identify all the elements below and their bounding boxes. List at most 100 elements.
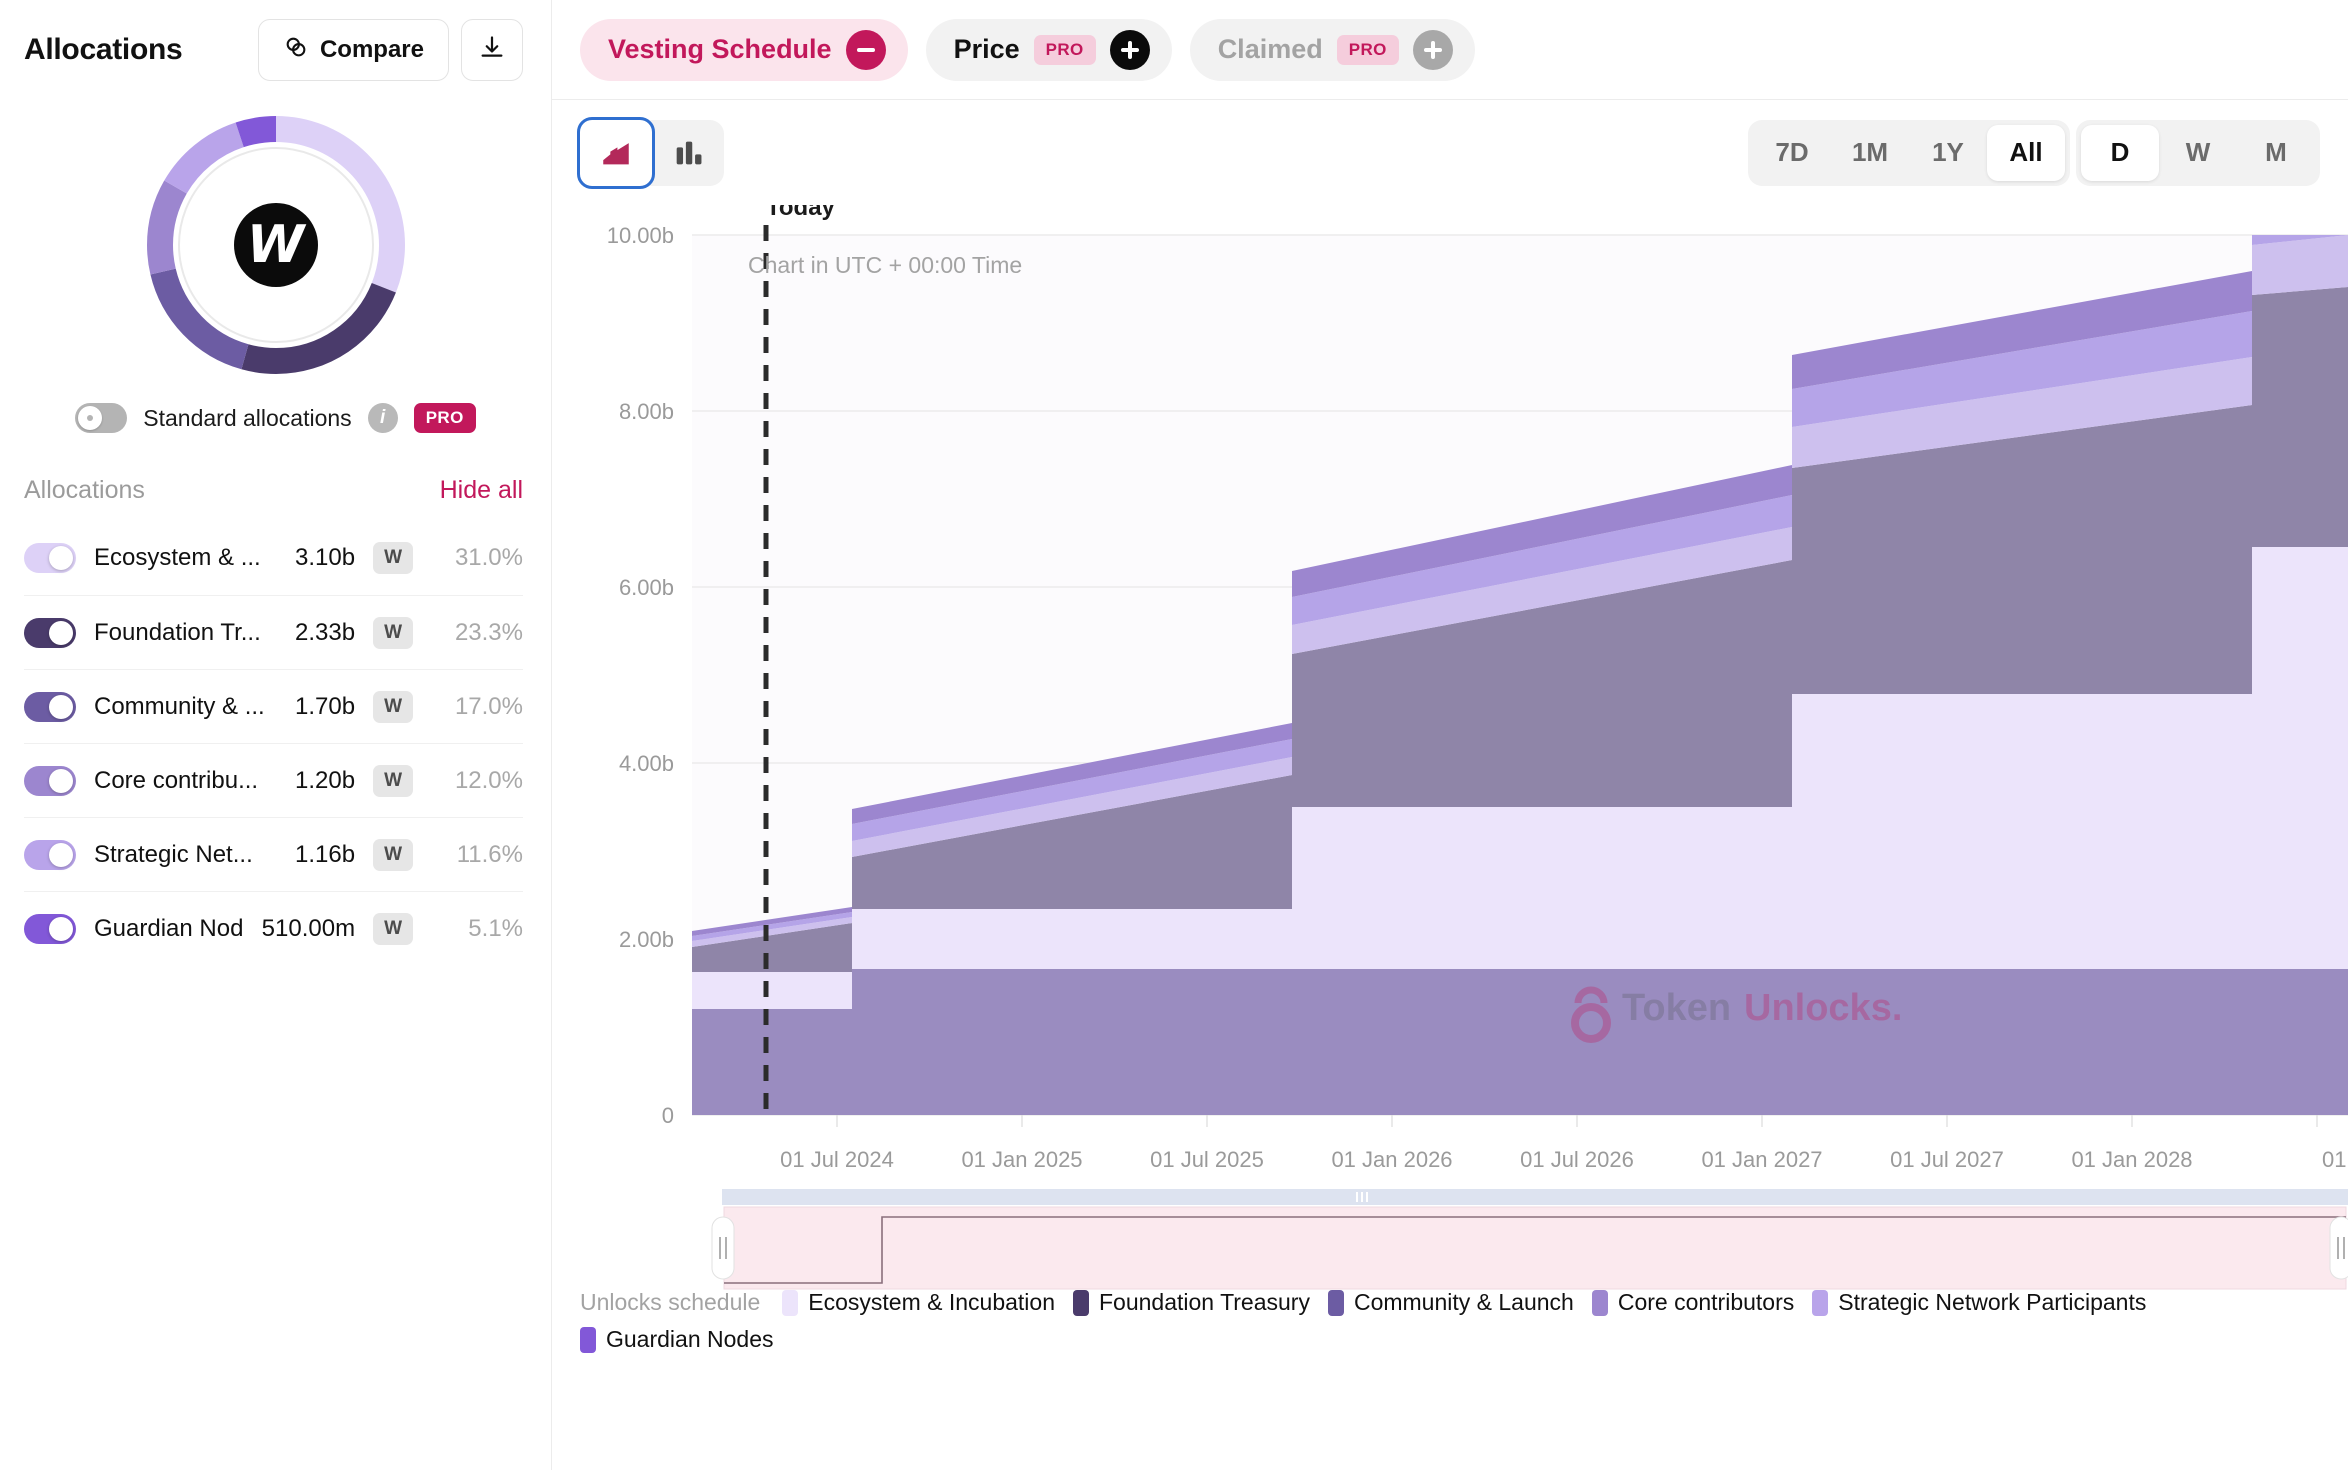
legend-label: Core contributors — [1617, 1289, 1795, 1315]
brush-selection — [723, 1206, 2347, 1290]
allocation-value: 1.70b — [295, 692, 356, 720]
svg-text:01 Jan 2027: 01 Jan 2027 — [1701, 1147, 1822, 1172]
chart-legend: Unlocks schedule Ecosystem & Incubation … — [580, 1289, 2328, 1353]
legend-label: Strategic Network Participants — [1838, 1289, 2147, 1315]
pro-badge[interactable]: PRO — [413, 403, 476, 433]
allocation-name: Strategic Net... — [94, 840, 253, 868]
toggle-knob — [49, 916, 73, 941]
area-chart-glyph — [603, 142, 629, 164]
allocation-donut-chart: W — [0, 100, 551, 390]
allocation-toggle[interactable] — [24, 691, 76, 722]
token-symbol-badge: W — [373, 764, 413, 797]
allocation-percent: 17.0% — [454, 692, 523, 720]
range-1y[interactable]: 1Y — [1909, 125, 1987, 181]
list-item[interactable]: Strategic Net... 1.16b W 11.6% — [24, 817, 523, 891]
pro-badge: PRO — [1336, 34, 1399, 65]
allocation-toggle[interactable] — [24, 765, 76, 796]
toggle-knob — [78, 406, 103, 430]
interval-d[interactable]: D — [2081, 124, 2159, 181]
hide-all-link[interactable]: Hide all — [440, 476, 523, 505]
legend-label: Community & Launch — [1353, 1289, 1574, 1315]
allocation-percent: 11.6% — [456, 840, 523, 868]
allocation-value: 1.20b — [295, 766, 356, 794]
legend-item-guardian-nodes[interactable]: Guardian Nodes — [580, 1326, 2328, 1353]
area-chart-icon[interactable] — [577, 116, 655, 189]
range-1m[interactable]: 1M — [1831, 125, 1909, 181]
allocation-toggle[interactable] — [24, 617, 76, 648]
allocation-toggle[interactable] — [24, 839, 76, 870]
list-item[interactable]: Guardian Nod... 510.00m W 5.1% — [24, 891, 523, 965]
legend-item-foundation-treasury[interactable]: Foundation Treasury — [1073, 1289, 1310, 1316]
toggle-knob — [49, 842, 73, 867]
page-title: Allocations — [24, 33, 183, 66]
list-item[interactable]: Foundation Tr... 2.33b W 23.3% — [24, 595, 523, 669]
plus-icon[interactable] — [1412, 29, 1453, 70]
svg-text:10.00b: 10.00b — [607, 223, 674, 248]
plus-icon[interactable] — [1109, 29, 1150, 70]
chart-tabs: Vesting Schedule Price PRO Claimed PRO — [552, 0, 2348, 100]
allocation-name: Ecosystem & ... — [94, 544, 261, 571]
svg-text:0: 0 — [662, 1103, 674, 1128]
token-symbol-badge: W — [373, 838, 413, 871]
tab-price[interactable]: Price PRO — [925, 18, 1172, 81]
allocation-toggle[interactable] — [24, 543, 76, 573]
allocations-list-header: Allocations Hide all — [0, 446, 551, 521]
allocation-name: Guardian Nod... — [94, 914, 244, 942]
x-axis-ticks — [836, 1115, 2318, 1127]
range-7d[interactable]: 7D — [1753, 125, 1831, 181]
standard-allocations-toggle[interactable] — [75, 403, 128, 433]
legend-swatch — [1591, 1289, 1608, 1316]
chart-svg: 10.00b 8.00b 6.00b 4.00b 2.00b 0 Today C… — [607, 205, 2348, 1290]
standard-allocations-label: Standard allocations — [143, 404, 352, 431]
allocation-value: 1.16b — [295, 840, 356, 868]
token-symbol-badge: W — [373, 542, 413, 574]
range-all[interactable]: All — [1987, 124, 2065, 181]
legend-swatch — [1073, 1289, 1089, 1316]
list-item[interactable]: Ecosystem & ... 3.10b W 31.0% — [24, 521, 523, 595]
svg-text:4.00b: 4.00b — [619, 751, 674, 776]
legend-label: Guardian Nodes — [606, 1326, 774, 1352]
legend-item-strategic-network-participants[interactable]: Strategic Network Participants — [1812, 1289, 2146, 1316]
donut: W — [146, 116, 405, 374]
allocation-toggle[interactable] — [24, 913, 76, 944]
allocation-value: 510.00m — [261, 914, 356, 942]
legend-item-core-contributors[interactable]: Core contributors — [1591, 1289, 1795, 1316]
range-handle-right — [2329, 1216, 2348, 1280]
svg-text:Token: Token — [1622, 987, 1731, 1029]
download-icon — [478, 34, 506, 67]
download-button[interactable] — [461, 19, 523, 81]
svg-text:Unlocks.: Unlocks. — [1744, 987, 1902, 1029]
range-brush — [711, 1189, 2348, 1290]
svg-text:2.00b: 2.00b — [619, 927, 674, 952]
today-label: Today — [766, 205, 836, 221]
pro-badge: PRO — [1033, 34, 1096, 65]
list-item[interactable]: Core contribu... 1.20b W 12.0% — [24, 743, 523, 817]
sidebar-header: Allocations Compare — [0, 0, 551, 100]
legend-label: Ecosystem & Incubation — [808, 1289, 1055, 1315]
info-icon[interactable]: i — [367, 403, 398, 433]
legend-item-community-launch[interactable]: Community & Launch — [1327, 1289, 1574, 1316]
list-item[interactable]: Community & ... 1.70b W 17.0% — [24, 669, 523, 743]
allocation-name: Core contribu... — [94, 766, 259, 794]
standard-allocations-row: Standard allocations i PRO — [0, 390, 551, 446]
compare-button-label: Compare — [319, 36, 424, 63]
series-guardian-nodes — [692, 969, 2348, 1115]
legend-swatch — [580, 1326, 596, 1353]
interval-m[interactable]: M — [2237, 125, 2315, 181]
interval-w[interactable]: W — [2159, 125, 2237, 181]
toggle-knob — [49, 694, 73, 719]
bar-chart-glyph — [676, 141, 702, 164]
svg-text:01 Jul 2027: 01 Jul 2027 — [1890, 1147, 2004, 1172]
tab-label: Price — [953, 34, 1020, 64]
legend-item-ecosystem-incubation[interactable]: Ecosystem & Incubation — [782, 1289, 1055, 1316]
bar-chart-icon[interactable] — [652, 120, 724, 186]
minus-icon[interactable] — [845, 29, 886, 70]
chart-toolbar: 7D 1M 1Y All D W M — [552, 100, 2348, 205]
tab-claimed[interactable]: Claimed PRO — [1189, 18, 1475, 81]
chart-type-group — [577, 116, 724, 189]
toggle-knob — [49, 768, 73, 793]
compare-button[interactable]: Compare — [257, 19, 449, 81]
svg-text:6.00b: 6.00b — [619, 575, 674, 600]
vesting-schedule-chart[interactable]: 10.00b 8.00b 6.00b 4.00b 2.00b 0 Today C… — [552, 205, 2348, 1365]
tab-vesting-schedule[interactable]: Vesting Schedule — [580, 18, 908, 81]
